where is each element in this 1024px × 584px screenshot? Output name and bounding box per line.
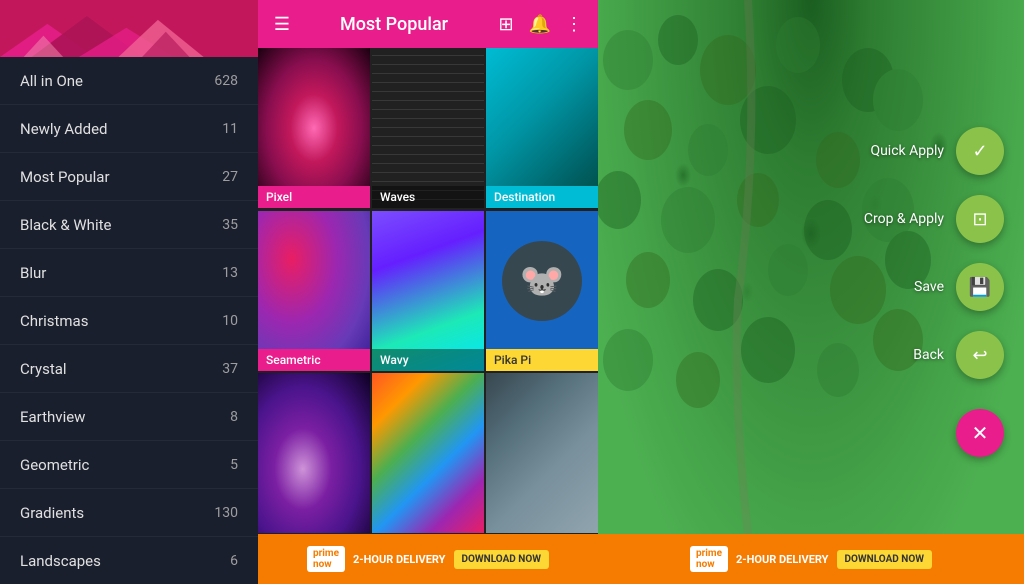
menu-item-all-in-one[interactable]: All in One 628 xyxy=(0,57,258,105)
menu-item-count: 13 xyxy=(222,265,238,281)
right-panel: Quick Apply ✓ Crop & Apply ⊡ Save 💾 Back… xyxy=(598,0,1024,584)
middle-header: ☰ Most Popular ⊞ 🔔 ⋮ xyxy=(258,0,598,48)
grid-item-2[interactable]: Destination xyxy=(486,48,598,208)
back-row: Back ↩ xyxy=(913,331,1004,379)
menu-item-label: Crystal xyxy=(20,360,67,378)
page-title: Most Popular xyxy=(304,14,484,35)
back-label: Back xyxy=(913,347,944,363)
close-icon: ✕ xyxy=(972,421,989,445)
menu-item-label: Earthview xyxy=(20,408,85,426)
grid-item-label: Wavy xyxy=(372,349,484,371)
menu-item-gradients[interactable]: Gradients 130 xyxy=(0,489,258,537)
menu-item-label: Geometric xyxy=(20,456,89,474)
crop-apply-button[interactable]: ⊡ xyxy=(956,195,1004,243)
menu-item-count: 10 xyxy=(222,313,238,329)
menu-list: All in One 628 Newly Added 11 Most Popular 27… xyxy=(0,57,258,584)
close-button[interactable]: ✕ xyxy=(956,409,1004,457)
grid-item-5[interactable]: 🐭 Pika Pi xyxy=(486,211,598,371)
quick-apply-row: Quick Apply ✓ xyxy=(870,127,1004,175)
back-button[interactable]: ↩ xyxy=(956,331,1004,379)
menu-item-blur[interactable]: Blur 13 xyxy=(0,249,258,297)
menu-item-christmas[interactable]: Christmas 10 xyxy=(0,297,258,345)
left-panel: All in One 628 Newly Added 11 Most Popular 27… xyxy=(0,0,258,584)
menu-item-count: 27 xyxy=(222,169,238,185)
action-buttons: Quick Apply ✓ Crop & Apply ⊡ Save 💾 Back… xyxy=(864,127,1004,457)
grid-item-0[interactable]: Pixel xyxy=(258,48,370,208)
menu-item-label: Gradients xyxy=(20,504,84,522)
save-label: Save xyxy=(914,279,944,295)
grid-item-4[interactable]: Wavy xyxy=(372,211,484,371)
download-button-middle[interactable]: DOWNLOAD NOW xyxy=(454,550,550,569)
menu-item-label: Christmas xyxy=(20,312,88,330)
menu-item-count: 11 xyxy=(222,121,238,137)
download-button-right[interactable]: DOWNLOAD NOW xyxy=(837,550,933,569)
prime-logo-right: primenow xyxy=(690,546,728,572)
ad-banner-middle[interactable]: primenow 2-HOUR DELIVERY DOWNLOAD NOW xyxy=(258,534,598,584)
menu-item-geometric[interactable]: Geometric 5 xyxy=(0,441,258,489)
grid-item-1[interactable]: Waves xyxy=(372,48,484,208)
quick-apply-button[interactable]: ✓ xyxy=(956,127,1004,175)
menu-item-label: Most Popular xyxy=(20,168,110,186)
back-icon: ↩ xyxy=(972,345,987,366)
middle-panel: ☰ Most Popular ⊞ 🔔 ⋮ PixelWavesDestinati… xyxy=(258,0,598,584)
grid-item-label: Pixel xyxy=(258,186,370,208)
crop-apply-label: Crop & Apply xyxy=(864,211,944,227)
ad-banner-right[interactable]: primenow 2-HOUR DELIVERY DOWNLOAD NOW xyxy=(598,534,1024,584)
menu-item-most-popular[interactable]: Most Popular 27 xyxy=(0,153,258,201)
prime-text-right: 2-HOUR DELIVERY xyxy=(736,553,829,566)
wallpaper-grid: PixelWavesDestination SeametricWavy 🐭 Pika … xyxy=(258,48,598,534)
menu-item-black-&-white[interactable]: Black & White 35 xyxy=(0,201,258,249)
menu-item-count: 130 xyxy=(214,505,238,521)
menu-item-label: All in One xyxy=(20,72,83,90)
notification-icon[interactable]: 🔔 xyxy=(528,14,552,35)
grid-item-label: Seametric xyxy=(258,349,370,371)
menu-item-count: 5 xyxy=(230,457,238,473)
menu-item-landscapes[interactable]: Landscapes 6 xyxy=(0,537,258,584)
quick-apply-label: Quick Apply xyxy=(870,143,944,159)
menu-item-earthview[interactable]: Earthview 8 xyxy=(0,393,258,441)
grid-item-label: Pika Pi xyxy=(486,349,598,371)
menu-item-count: 6 xyxy=(230,553,238,569)
menu-item-newly-added[interactable]: Newly Added 11 xyxy=(0,105,258,153)
menu-item-count: 628 xyxy=(214,73,238,89)
crop-icon: ⊡ xyxy=(972,209,987,230)
grid-item-label: Waves xyxy=(372,186,484,208)
left-header xyxy=(0,0,258,57)
menu-item-label: Landscapes xyxy=(20,552,101,570)
save-button[interactable]: 💾 xyxy=(956,263,1004,311)
save-icon: 💾 xyxy=(969,277,991,298)
crop-apply-row: Crop & Apply ⊡ xyxy=(864,195,1004,243)
menu-item-count: 8 xyxy=(230,409,238,425)
pikachu-icon: 🐭 xyxy=(502,241,582,321)
menu-item-count: 35 xyxy=(222,217,238,233)
grid-item-6[interactable] xyxy=(258,373,370,533)
more-icon[interactable]: ⋮ xyxy=(562,14,586,35)
menu-item-count: 37 xyxy=(222,361,238,377)
menu-item-label: Newly Added xyxy=(20,120,108,138)
grid-item-label: Destination xyxy=(486,186,598,208)
menu-icon[interactable]: ☰ xyxy=(270,14,294,35)
prime-logo: primenow xyxy=(307,546,345,572)
grid-item-7[interactable] xyxy=(372,373,484,533)
grid-icon[interactable]: ⊞ xyxy=(494,14,518,35)
menu-item-crystal[interactable]: Crystal 37 xyxy=(0,345,258,393)
check-icon: ✓ xyxy=(972,141,987,162)
menu-item-label: Blur xyxy=(20,264,46,282)
save-row: Save 💾 xyxy=(914,263,1004,311)
grid-item-3[interactable]: Seametric xyxy=(258,211,370,371)
prime-text: 2-HOUR DELIVERY xyxy=(353,553,446,566)
menu-item-label: Black & White xyxy=(20,216,111,234)
grid-item-8[interactable] xyxy=(486,373,598,533)
